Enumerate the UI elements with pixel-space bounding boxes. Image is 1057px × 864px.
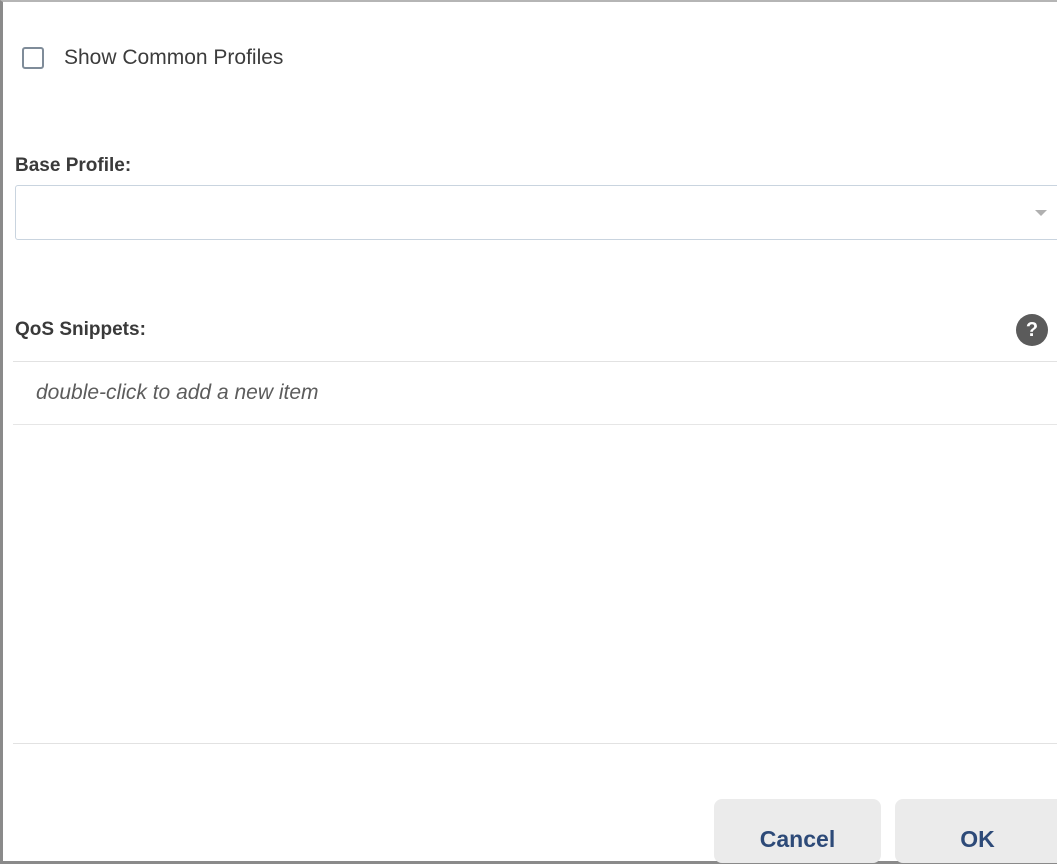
cancel-button-label: Cancel: [759, 826, 836, 852]
show-common-profiles-option[interactable]: Show Common Profiles: [22, 46, 283, 70]
ok-button[interactable]: OK: [895, 799, 1057, 863]
base-profile-select[interactable]: [15, 185, 1057, 240]
cancel-button[interactable]: Cancel: [714, 799, 881, 863]
dropdown-arrow-icon[interactable]: [1035, 210, 1047, 216]
show-common-profiles-checkbox[interactable]: [22, 47, 44, 69]
qos-snippets-label: QoS Snippets:: [15, 319, 146, 340]
add-item-placeholder-text: double-click to add a new item: [36, 381, 319, 404]
ok-button-label: OK: [960, 826, 995, 852]
base-profile-label: Base Profile:: [15, 155, 132, 176]
show-common-profiles-label[interactable]: Show Common Profiles: [64, 46, 283, 70]
question-circle-icon[interactable]: ?: [1016, 314, 1048, 346]
qos-snippets-list[interactable]: double-click to add a new item: [13, 361, 1057, 744]
add-item-placeholder-row[interactable]: double-click to add a new item: [13, 362, 1057, 425]
qos-profile-dialog: Show Common Profiles Base Profile: QoS S…: [0, 0, 1057, 864]
